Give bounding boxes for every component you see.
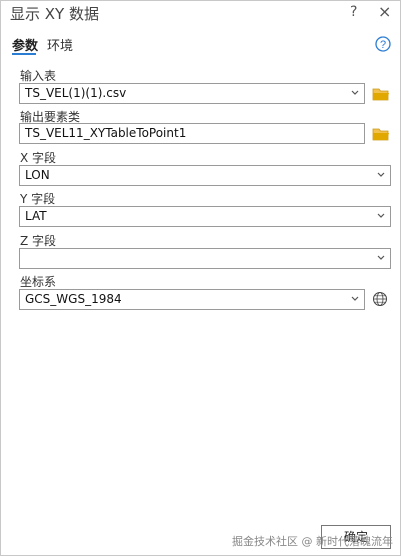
output-features-value: TS_VEL11_XYTableToPoint1 <box>25 126 187 140</box>
y-field-label: Y 字段 <box>20 192 56 206</box>
input-table-label: 输入表 <box>20 69 57 83</box>
input-table-value: TS_VEL(1)(1).csv <box>25 86 127 100</box>
title-bar: 显示 XY 数据 ? × <box>0 0 401 26</box>
svg-text:?: ? <box>380 39 386 51</box>
globe-icon[interactable] <box>372 291 388 307</box>
chevron-down-icon <box>377 213 385 218</box>
z-field-label: Z 字段 <box>20 234 57 248</box>
help-icon[interactable]: ? <box>375 36 391 52</box>
chevron-down-icon <box>377 172 385 177</box>
watermark-text: 掘金技术社区 @ 新时代落魄流年 <box>232 535 393 548</box>
x-field-value: LON <box>25 168 50 182</box>
close-button[interactable]: × <box>378 2 391 21</box>
coord-system-value: GCS_WGS_1984 <box>25 292 122 306</box>
y-field-value: LAT <box>25 209 47 223</box>
coord-system-label: 坐标系 <box>20 275 57 289</box>
chevron-down-icon <box>377 255 385 260</box>
chevron-down-icon <box>351 90 359 95</box>
tab-environments[interactable]: 环境 <box>47 35 73 54</box>
help-button[interactable]: ? <box>350 4 357 20</box>
z-field-dropdown[interactable] <box>19 248 391 269</box>
dialog-title: 显示 XY 数据 <box>10 5 99 23</box>
output-features-input[interactable]: TS_VEL11_XYTableToPoint1 <box>19 123 365 144</box>
y-field-dropdown[interactable]: LAT <box>19 206 391 227</box>
x-field-dropdown[interactable]: LON <box>19 165 391 186</box>
input-table-dropdown[interactable]: TS_VEL(1)(1).csv <box>19 83 365 104</box>
active-tab-indicator <box>12 53 36 55</box>
chevron-down-icon <box>351 296 359 301</box>
folder-browse-icon[interactable] <box>372 87 390 101</box>
x-field-label: X 字段 <box>20 151 57 165</box>
folder-browse-icon[interactable] <box>372 127 390 141</box>
tab-parameters[interactable]: 参数 <box>12 35 38 54</box>
coord-system-dropdown[interactable]: GCS_WGS_1984 <box>19 289 365 310</box>
